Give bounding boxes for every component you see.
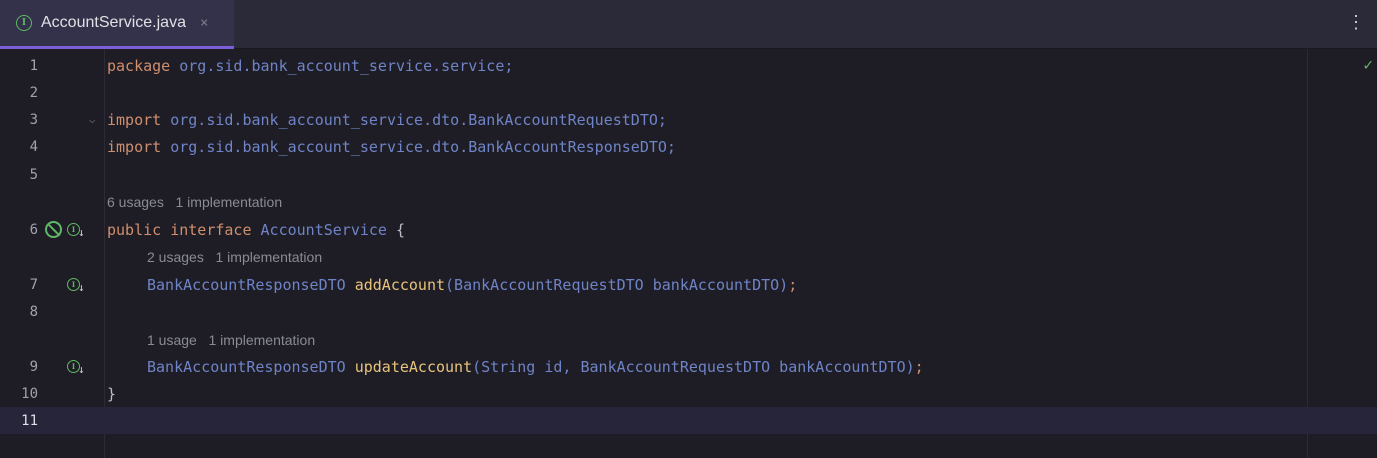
line-number: 5 [29,166,38,183]
inlay-hint-row: 1 usage 1 implementation [0,326,1377,353]
closing-brace: } [107,384,117,403]
tab-title: AccountService.java [41,14,186,31]
line-number: 7 [29,276,38,293]
package-name: org.sid.bank_account_service.service; [170,56,514,75]
keyword: import [107,137,162,156]
semicolon: ; [914,357,924,376]
more-options-icon[interactable]: ⋮ [1347,12,1365,33]
usages-hint[interactable]: 6 usages 1 implementation [107,194,282,210]
down-arrow-icon: ↓ [78,363,85,376]
usages-hint[interactable]: 2 usages 1 implementation [147,249,322,265]
code-line-1: 1 package org.sid.bank_account_service.s… [0,52,1377,79]
line-number: 6 [29,221,38,238]
semicolon: ; [788,275,798,294]
import-path: org.sid.bank_account_service.dto.BankAcc… [161,110,667,129]
code-line-2: 2 [0,79,1377,106]
tab-account-service[interactable]: I AccountService.java × [0,0,234,49]
fold-chevron-icon[interactable]: ⌵ [89,113,96,126]
tab-bar: I AccountService.java × ⋮ [0,0,1377,49]
import-path: org.sid.bank_account_service.dto.BankAcc… [161,137,676,156]
brace: { [386,220,406,239]
code-line-3: 3 ⌵ import org.sid.bank_account_service.… [0,106,1377,133]
line-number: 8 [29,303,38,320]
keyword: public [107,220,162,239]
line-number: 10 [21,385,38,402]
no-entry-icon[interactable] [45,221,62,238]
down-arrow-icon: ↓ [78,226,85,239]
parameters: (String id, BankAccountRequestDTO bankAc… [472,357,915,376]
keyword: package [107,56,171,75]
keyword: interface [170,220,252,239]
method-name: addAccount [354,275,446,294]
code-line-8: 8 [0,298,1377,325]
inlay-hint-row: 2 usages 1 implementation [0,243,1377,270]
line-number: 9 [29,358,38,375]
interface-name: AccountService [260,220,387,239]
line-number: 4 [29,138,38,155]
code-editor[interactable]: ✓ 1 package org.sid.bank_account_service… [0,49,1377,458]
code-line-6: 6 I ↓ public interface AccountService { [0,216,1377,243]
interface-icon: I [16,15,32,31]
code-line-9: 9 I ↓ BankAccountResponseDTO updateAccoun… [0,353,1377,380]
code-line-11-current[interactable]: 11 [0,407,1377,434]
inlay-hint-row: 6 usages 1 implementation [0,188,1377,215]
line-number: 11 [21,412,38,429]
usages-hint[interactable]: 1 usage 1 implementation [147,332,315,348]
code-line-4: 4 import org.sid.bank_account_service.dt… [0,133,1377,160]
return-type: BankAccountResponseDTO [147,275,346,294]
down-arrow-icon: ↓ [78,281,85,294]
parameters: (BankAccountRequestDTO bankAccountDTO) [445,275,789,294]
return-type: BankAccountResponseDTO [147,357,346,376]
line-number: 1 [29,57,38,74]
close-icon[interactable]: × [200,15,208,31]
code-line-7: 7 I ↓ BankAccountResponseDTO addAccount(B… [0,271,1377,298]
code-line-10: 10 } [0,380,1377,407]
line-number: 2 [29,84,38,101]
method-name: updateAccount [354,357,473,376]
line-number: 3 [29,111,38,128]
keyword: import [107,110,162,129]
code-line-5: 5 [0,161,1377,188]
